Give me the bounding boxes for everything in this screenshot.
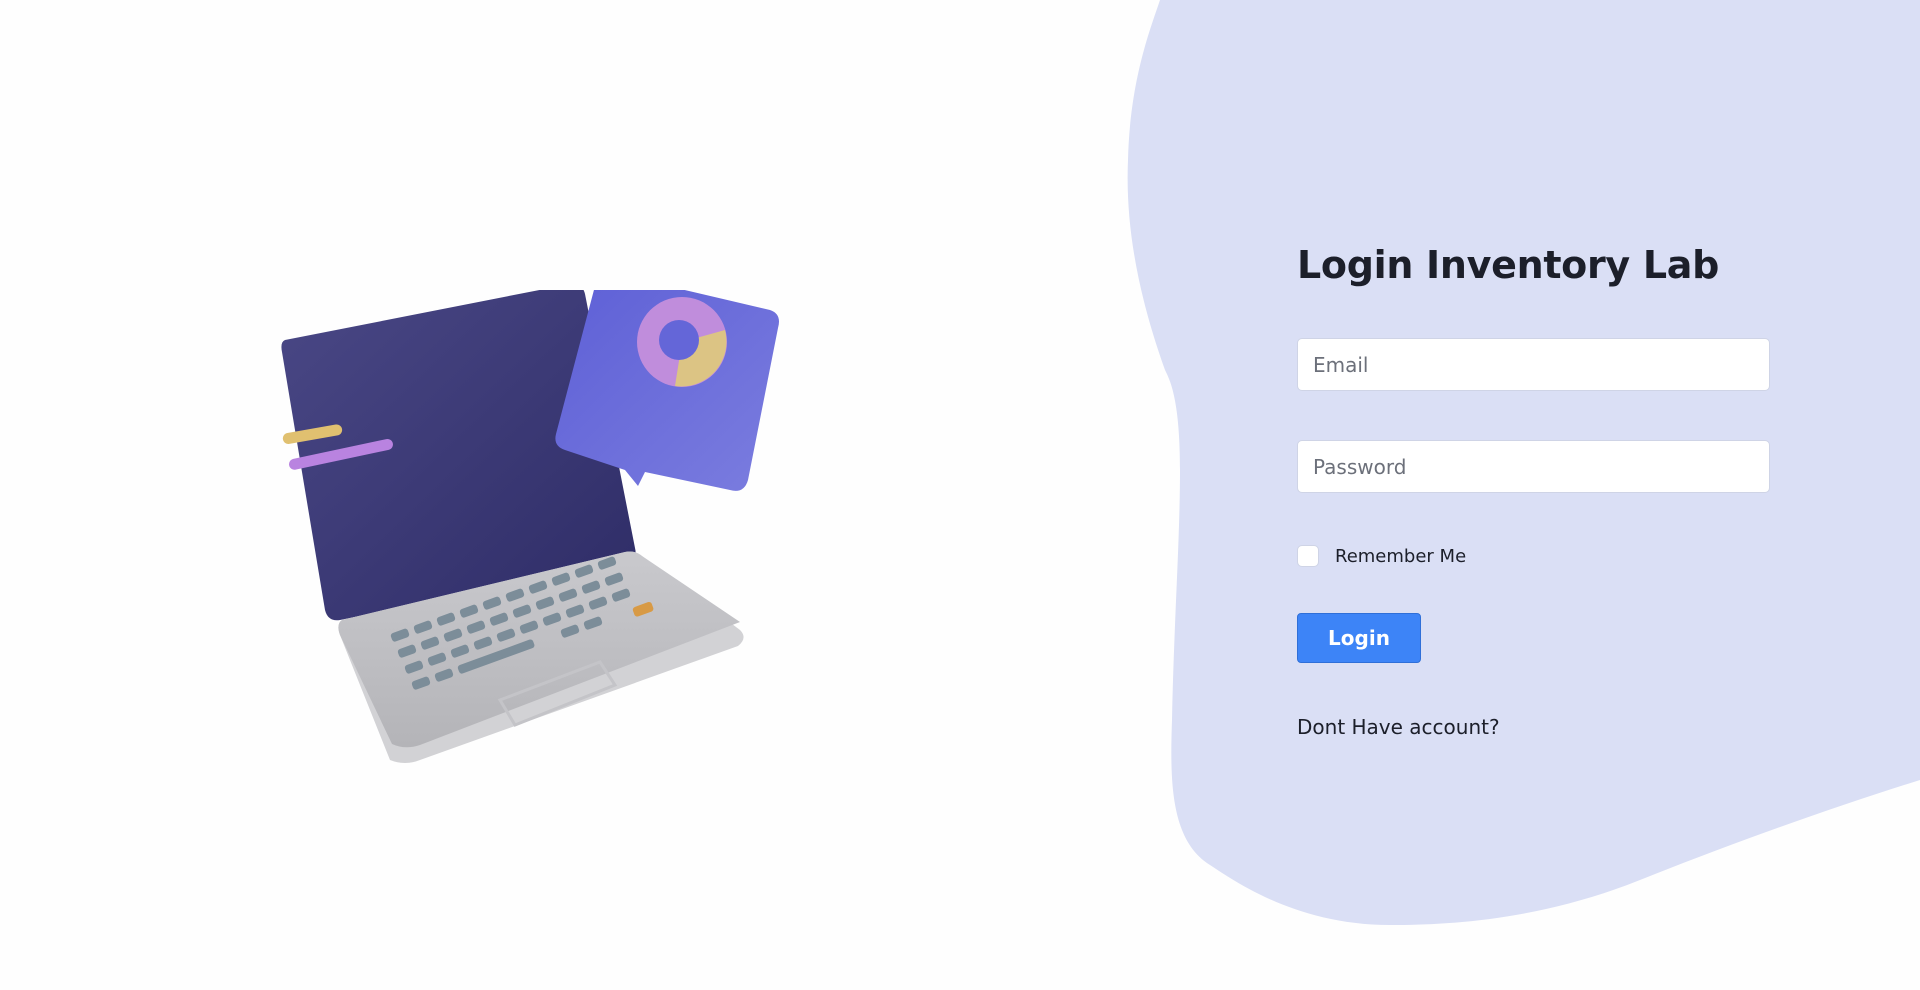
- remember-me: Remember Me: [1297, 543, 1770, 569]
- donut-chart-icon: [637, 297, 727, 387]
- password-field[interactable]: [1297, 440, 1770, 493]
- remember-me-label: Remember Me: [1335, 545, 1467, 567]
- page-title: Login Inventory Lab: [1297, 243, 1719, 287]
- email-field[interactable]: [1297, 338, 1770, 391]
- login-button[interactable]: Login: [1297, 613, 1421, 663]
- laptop-illustration: [281, 290, 779, 763]
- login-panel: Login Inventory Lab Remember Me Login Do…: [1297, 236, 1770, 739]
- signup-link[interactable]: Dont Have account?: [1297, 715, 1770, 739]
- remember-me-checkbox[interactable]: [1297, 545, 1319, 567]
